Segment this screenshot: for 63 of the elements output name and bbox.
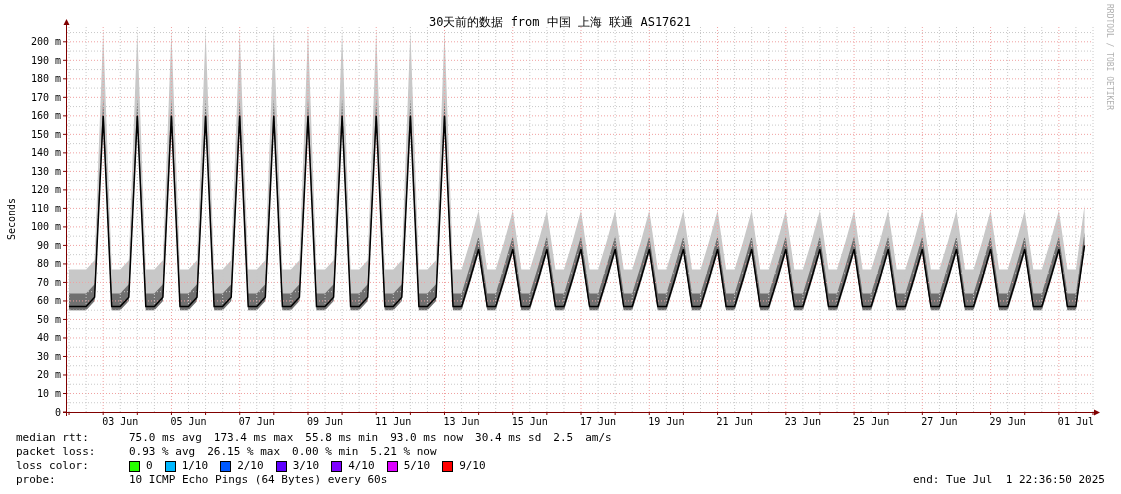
tick-label: 0 bbox=[54, 406, 61, 418]
stat-value: 26.15 % max bbox=[207, 445, 281, 459]
swatch-label: 3/10 bbox=[292, 459, 320, 473]
tick-label: 60 m bbox=[36, 295, 61, 307]
tick-label: 150 m bbox=[30, 128, 61, 140]
stat-value: 0.00 % min bbox=[292, 445, 359, 459]
tick-label: 15 Jun bbox=[511, 416, 548, 427]
tick-label: 03 Jun bbox=[102, 416, 139, 427]
tick-label: 09 Jun bbox=[306, 416, 344, 427]
stat-value: am/s bbox=[585, 431, 612, 445]
tick-label: 110 m bbox=[30, 202, 61, 214]
tick-label: 90 m bbox=[36, 239, 61, 251]
stat-value: 93.0 ms now bbox=[390, 431, 464, 445]
tick-label: 170 m bbox=[30, 91, 61, 103]
tick-label: 140 m bbox=[30, 147, 61, 159]
legend-label: median rtt: bbox=[16, 431, 90, 445]
stat-value: 30.4 ms sd bbox=[475, 431, 542, 445]
tick-label: 07 Jun bbox=[238, 416, 275, 427]
tick-label: 25 Jun bbox=[853, 416, 890, 427]
probe-text: 10 ICMP Echo Pings (64 Bytes) every 60s bbox=[129, 473, 389, 487]
tick-label: 190 m bbox=[30, 54, 61, 66]
swatch-label: 9/10 bbox=[459, 459, 486, 473]
tick-label: 120 m bbox=[30, 184, 61, 196]
axis-title: Seconds bbox=[6, 197, 17, 241]
tick-label: 27 Jun bbox=[921, 416, 958, 427]
legend-label: loss color: bbox=[16, 459, 90, 473]
swatch-label: 0 bbox=[146, 459, 153, 473]
tick-label: 01 Jul bbox=[1057, 416, 1094, 427]
stat-value: 75.0 ms avg bbox=[129, 431, 202, 445]
swatch-label: 5/10 bbox=[403, 459, 431, 473]
tick-label: 20 m bbox=[36, 369, 61, 381]
swatch-label: 2/10 bbox=[237, 459, 264, 473]
stat-value: 5.21 % now bbox=[370, 445, 437, 459]
tick-label: 30 m bbox=[36, 350, 61, 362]
stat-value: 173.4 ms max bbox=[213, 431, 294, 445]
tick-label: 80 m bbox=[36, 258, 61, 270]
tick-label: 130 m bbox=[30, 165, 61, 177]
tick-label: 11 Jun bbox=[375, 416, 412, 427]
tick-label: 19 Jun bbox=[648, 416, 685, 427]
credit-text: RRDTOOL / TOBI OETIKER bbox=[1105, 4, 1114, 110]
tick-label: 17 Jun bbox=[580, 416, 617, 427]
end-time: end: Tue Jul 1 22:36:50 2025 bbox=[912, 473, 1105, 487]
tick-label: 23 Jun bbox=[784, 416, 821, 427]
tick-label: 40 m bbox=[36, 332, 61, 344]
swatch-label: 1/10 bbox=[181, 459, 209, 473]
tick-label: 100 m bbox=[30, 221, 61, 233]
chart-title: 30天前的数据 from 中国 上海 联通 AS17621 bbox=[429, 15, 691, 29]
stat-value: 2.5 bbox=[553, 431, 574, 445]
tick-label: 180 m bbox=[30, 73, 61, 85]
stat-value: 0.93 % avg bbox=[129, 445, 196, 459]
tick-label: 05 Jun bbox=[170, 416, 207, 427]
tick-label: 200 m bbox=[30, 36, 61, 48]
tick-label: 160 m bbox=[30, 110, 61, 122]
tick-label: 10 m bbox=[36, 388, 61, 399]
tick-label: 13 Jun bbox=[443, 416, 480, 427]
tick-label: 70 m bbox=[36, 276, 61, 288]
tick-label: 21 Jun bbox=[716, 416, 753, 427]
stat-value: 55.8 ms min bbox=[305, 431, 379, 445]
swatch-label: 4/10 bbox=[348, 459, 375, 473]
legend-label: packet loss: bbox=[16, 445, 97, 459]
legend-label: probe: bbox=[16, 473, 57, 487]
tick-label: 29 Jun bbox=[989, 416, 1026, 427]
tick-label: 50 m bbox=[36, 313, 61, 325]
